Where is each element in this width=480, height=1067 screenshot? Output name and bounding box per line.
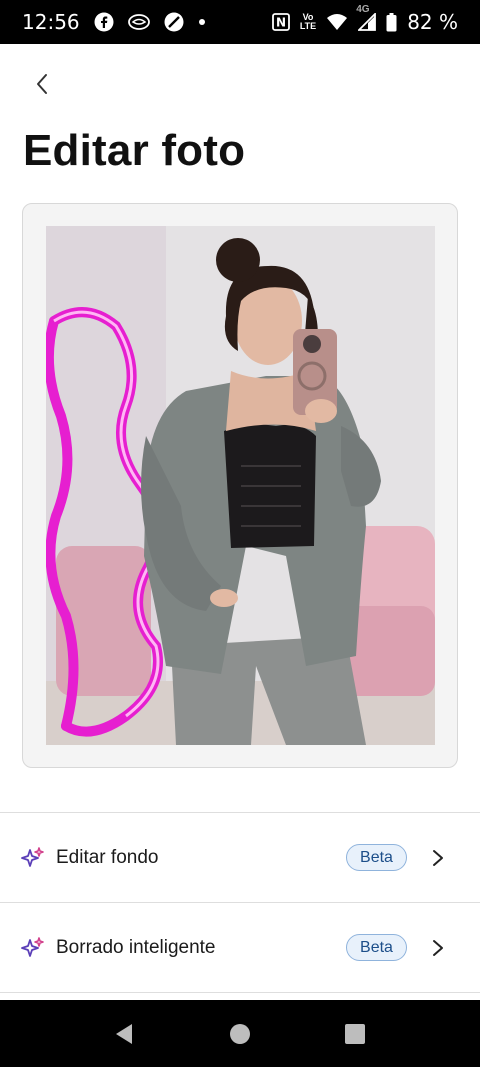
recents-square-icon[interactable]	[343, 1022, 367, 1046]
page-title: Editar foto	[23, 126, 246, 175]
system-nav-bar	[0, 1000, 480, 1067]
photo-image	[46, 226, 435, 745]
option-label: Editar fondo	[56, 846, 159, 868]
facebook-icon	[94, 12, 114, 32]
dot-icon	[198, 18, 206, 26]
svg-text:N: N	[276, 16, 286, 30]
beta-badge: Beta	[346, 844, 407, 871]
battery-percentage: 82 %	[407, 10, 458, 34]
no-entry-icon	[164, 12, 184, 32]
status-bar-left: 12:56	[22, 10, 206, 34]
option-label: Borrado inteligente	[56, 936, 216, 958]
divider-bottom	[0, 992, 480, 993]
home-circle-icon[interactable]	[228, 1022, 252, 1046]
option-editar-fondo[interactable]: Editar fondo Beta	[0, 813, 480, 902]
network-type-label: 4G	[356, 4, 370, 15]
chevron-right-icon	[433, 939, 443, 956]
messaging-app-icon	[127, 13, 150, 31]
status-bar: 12:56 N Vo LTE 4G 82 %	[0, 0, 480, 44]
chevron-right-icon	[433, 849, 443, 866]
photo-card	[22, 203, 458, 768]
sparkles-icon	[21, 937, 44, 957]
photo-preview[interactable]	[46, 226, 435, 745]
battery-icon	[386, 12, 397, 32]
wifi-icon	[326, 13, 348, 31]
beta-badge: Beta	[346, 934, 407, 961]
status-time: 12:56	[22, 10, 80, 34]
back-triangle-icon[interactable]	[112, 1022, 136, 1046]
sparkles-icon	[21, 847, 44, 867]
volte-icon: Vo LTE	[300, 13, 316, 31]
status-bar-right: N Vo LTE 4G 82 %	[271, 5, 458, 34]
volte-bottom-label: LTE	[299, 21, 317, 31]
back-button[interactable]	[26, 68, 58, 100]
signal-icon: 4G	[356, 5, 377, 31]
nfc-icon: N	[271, 13, 290, 31]
chevron-left-icon	[37, 74, 47, 94]
option-borrado-inteligente[interactable]: Borrado inteligente Beta	[0, 903, 480, 992]
